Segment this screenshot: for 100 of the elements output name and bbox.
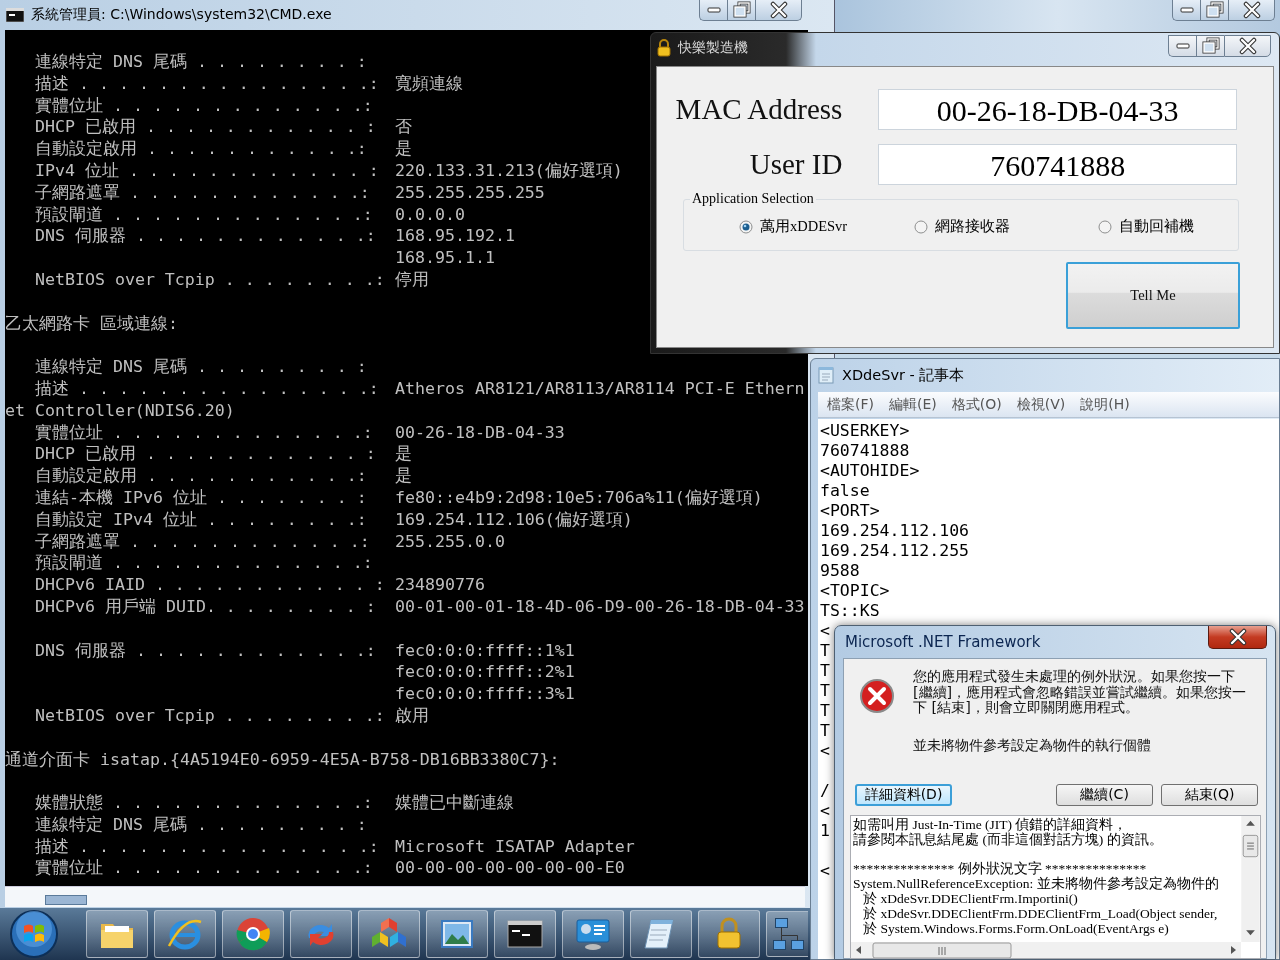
menu-item[interactable]: 檔案(F) — [827, 395, 874, 414]
console-value: 否 — [395, 116, 412, 139]
console-label: 子網路遮罩 . . . . . . . . . . . .: — [34, 530, 371, 553]
minimize-button[interactable] — [1168, 35, 1196, 57]
menu-item[interactable]: 檢視(V) — [1016, 395, 1066, 414]
console-value: fec0:0:0:ffff::1%1 — [395, 639, 575, 662]
dialog-button[interactable]: 詳細資料(D) — [855, 784, 952, 806]
console-value: 寬頻連線 — [395, 72, 463, 95]
console-label: 描述 . . . . . . . . . . . . . . .: — [34, 72, 380, 95]
maximize-button[interactable] — [1200, 0, 1228, 21]
text-line: <PORT> — [820, 501, 880, 521]
dialog-button[interactable]: 結束(Q) — [1161, 784, 1258, 806]
console-label: DHCP 已啟用 . . . . . . . . . . . : — [34, 116, 377, 139]
restore-icon — [732, 1, 751, 19]
dialog-title: Microsoft .NET Framework — [845, 633, 1041, 651]
text-line: 如需叫用 Just-In-Time (JIT) 偵錯的詳細資料， — [853, 818, 1129, 833]
text-line: 9588 — [820, 561, 860, 581]
minimize-icon — [706, 7, 721, 13]
dialog-button[interactable]: 繼續(C) — [1056, 784, 1153, 806]
radio-button[interactable] — [739, 219, 753, 234]
text-line: TS::KS — [820, 601, 880, 621]
tell-me-button[interactable]: Tell Me — [1066, 262, 1240, 329]
taskbar-button[interactable] — [222, 910, 284, 958]
window-title: 快樂製造機 — [678, 39, 748, 57]
console-label: 自動設定 IPv4 位址 . . . . . . . .: — [34, 508, 368, 531]
taskbar-button[interactable] — [154, 910, 216, 958]
taskbar-button[interactable] — [562, 910, 624, 958]
menu-item[interactable]: 說明(H) — [1080, 395, 1130, 414]
taskbar-button[interactable] — [698, 910, 760, 958]
close-button[interactable] — [1224, 35, 1271, 57]
console-value: 168.95.192.1 — [395, 225, 515, 248]
text-line: < — [820, 741, 830, 761]
console-value: 255.255.0.0 — [395, 530, 505, 553]
text-line: 169.254.112.255 — [820, 541, 969, 561]
taskbar-button[interactable] — [86, 910, 148, 958]
console-label: NetBIOS over Tcpip . . . . . . . .: — [34, 268, 386, 291]
close-icon — [1242, 1, 1261, 19]
close-button[interactable] — [1208, 626, 1267, 649]
text-line: 169.254.112.106 — [820, 521, 969, 541]
console-text: et Controller(NDIS6.20) — [5, 399, 235, 422]
menu-item[interactable]: 編輯(E) — [889, 395, 937, 414]
text-field[interactable]: 00-26-18-DB-04-33 — [878, 89, 1237, 130]
text-line: <TOPIC> — [820, 581, 890, 601]
padlock-icon — [657, 39, 671, 57]
text-line: 1 — [820, 821, 830, 841]
console-label: DHCPv6 用戶端 DUID. . . . . . . . : — [34, 595, 377, 618]
taskbar-button[interactable] — [426, 910, 488, 958]
console-label: 實體位址 . . . . . . . . . . . . .: — [34, 421, 374, 444]
taskbar-button[interactable] — [358, 910, 420, 958]
console-value: 停用 — [395, 268, 429, 291]
menu-item[interactable]: 格式(O) — [951, 395, 1002, 414]
taskbar-button[interactable] — [494, 910, 556, 958]
console-value: 169.254.112.106(偏好選項) — [395, 508, 633, 531]
console-label: 連線特定 DNS 尾碼 . . . . . . . . : — [34, 813, 368, 836]
radio-option[interactable]: 萬用xDDESvr — [739, 217, 914, 236]
notepad-icon — [817, 366, 835, 384]
text-line: <AUTOHIDE> — [820, 461, 920, 481]
radio-option[interactable]: 自動回補機 — [1098, 217, 1194, 236]
console-label: 連線特定 DNS 尾碼 . . . . . . . . : — [34, 51, 368, 73]
console-value: fec0:0:0:ffff::2%1 — [395, 661, 575, 684]
text-field[interactable]: 760741888 — [878, 144, 1237, 185]
text-line: T — [820, 681, 830, 701]
message-text: 您的應用程式發生未處理的例外狀況。如果您按一下 [繼續]，應用程式會忽略錯誤並嘗試繼續。如果您按一下 [結束]，則會立即關閉應用程式。 — [913, 669, 1248, 716]
field-label: MAC Address — [674, 93, 843, 126]
console-label: 實體位址 . . . . . . . . . . . . .: — [34, 857, 374, 880]
text-line: T — [820, 721, 830, 741]
maximize-button[interactable] — [1196, 35, 1224, 57]
console-value: Atheros AR8121/AR8113/AR8114 PCI-E Ethern — [395, 377, 805, 400]
text-line: 於 xDdeSvr.DDEClientFrm.Importini() — [862, 892, 1079, 906]
radio-option[interactable]: 網路接收器 — [914, 217, 1098, 236]
console-label: 描述 . . . . . . . . . . . . . . .: — [34, 377, 380, 400]
console-label: DHCPv6 IAID . . . . . . . . . . . : — [34, 574, 386, 596]
radio-button[interactable] — [914, 219, 928, 234]
console-label: IPv4 位址 . . . . . . . . . . . . : — [34, 160, 380, 182]
restore-icon — [1201, 37, 1220, 55]
details-box[interactable] — [850, 815, 1261, 959]
text-line: < — [820, 861, 830, 881]
minimize-button[interactable] — [699, 0, 727, 21]
window-title: 系統管理員: C:\Windows\system32\CMD.exe — [31, 6, 332, 24]
text-line: 於 xDdeSvr.DDEClientFrm.DDEClientFrm_Load(Object sender, — [862, 906, 1219, 921]
console-value: 234890776 — [395, 574, 485, 596]
minimize-icon — [1175, 43, 1190, 49]
group-title: Application Selection — [690, 191, 816, 207]
close-button[interactable] — [1228, 0, 1275, 21]
radio-button[interactable] — [1098, 219, 1112, 234]
console-value: 是 — [395, 138, 412, 160]
minimize-button[interactable] — [1172, 0, 1200, 21]
maximize-button[interactable] — [727, 0, 755, 21]
terminal-icon — [6, 8, 24, 22]
text-line: < — [820, 621, 830, 641]
console-label: 實體位址 . . . . . . . . . . . . .: — [34, 94, 374, 117]
console-label: 預設閘道 . . . . . . . . . . . . .: — [34, 552, 374, 575]
text-line: < — [820, 801, 830, 821]
taskbar-button[interactable] — [630, 910, 692, 958]
console-label: 媒體狀態 . . . . . . . . . . . . .: — [34, 792, 374, 814]
console-label: NetBIOS over Tcpip . . . . . . . .: — [34, 704, 386, 727]
console-value: 00-00-00-00-00-00-00-E0 — [395, 857, 625, 880]
console-value: 是 — [395, 465, 412, 487]
taskbar-button[interactable] — [766, 911, 808, 957]
close-button[interactable] — [755, 0, 802, 21]
